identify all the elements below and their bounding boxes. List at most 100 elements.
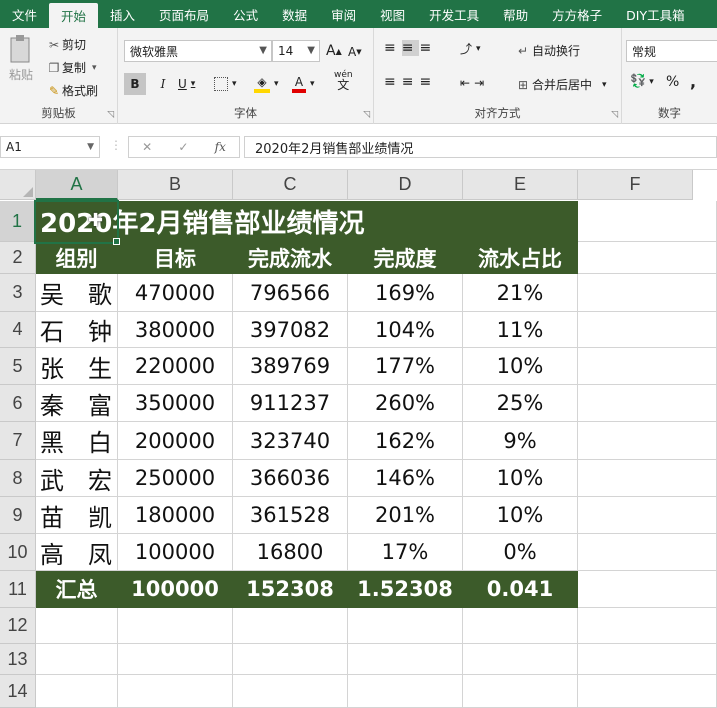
table-cell[interactable]: 220000 xyxy=(118,348,233,385)
table-cell[interactable]: 169% xyxy=(348,274,463,312)
table-cell[interactable]: 10% xyxy=(463,348,578,385)
table-header-cell[interactable]: 流水占比 xyxy=(463,242,578,274)
tab-0[interactable]: 文件 xyxy=(0,0,49,28)
empty-cell[interactable] xyxy=(578,422,717,460)
tab-10[interactable]: 方方格子 xyxy=(540,0,614,28)
fill-handle[interactable] xyxy=(113,238,120,245)
indent-buttons[interactable]: ⇤ ⇥ xyxy=(460,76,488,90)
total-cell[interactable]: 汇总 xyxy=(36,571,118,608)
row-header-6[interactable]: 6 xyxy=(0,385,36,422)
group-name-cell[interactable]: 黑 白 xyxy=(36,422,118,460)
group-name-cell[interactable]: 秦 富 xyxy=(36,385,118,422)
group-name-cell[interactable]: 张 生 xyxy=(36,348,118,385)
formula-input[interactable]: 2020年2月销售部业绩情况 xyxy=(244,136,717,158)
table-cell[interactable]: 350000 xyxy=(118,385,233,422)
group-name-cell[interactable]: 石 钟 xyxy=(36,312,118,348)
table-cell[interactable]: 10% xyxy=(463,460,578,497)
table-cell[interactable]: 180000 xyxy=(118,497,233,534)
table-cell[interactable]: 201% xyxy=(348,497,463,534)
chevron-down-icon[interactable]: ▾ xyxy=(92,63,97,73)
empty-cell[interactable] xyxy=(578,348,717,385)
wrap-text-button[interactable]: ↵ 自动换行 xyxy=(514,42,580,59)
tab-1[interactable]: 开始 xyxy=(49,3,99,28)
accounting-format-button[interactable]: 💱 ▾ xyxy=(630,74,654,89)
table-cell[interactable]: 10% xyxy=(463,497,578,534)
table-cell[interactable]: 100000 xyxy=(118,534,233,571)
table-cell[interactable]: 104% xyxy=(348,312,463,348)
orientation-button[interactable]: ⤴ ▾ xyxy=(460,40,481,57)
row-header-9[interactable]: 9 xyxy=(0,497,36,534)
table-cell[interactable]: 16800 xyxy=(233,534,348,571)
vertical-align-buttons[interactable]: ≡ ≡ ≡ xyxy=(384,40,437,56)
tab-8[interactable]: 开发工具 xyxy=(417,0,491,28)
column-header-D[interactable]: D xyxy=(348,170,463,200)
table-cell[interactable]: 470000 xyxy=(118,274,233,312)
column-header-C[interactable]: C xyxy=(233,170,348,200)
column-header-B[interactable]: B xyxy=(118,170,233,200)
empty-cell[interactable] xyxy=(118,675,233,708)
group-name-cell[interactable]: 武 宏 xyxy=(36,460,118,497)
empty-cell[interactable] xyxy=(578,497,717,534)
table-cell[interactable]: 250000 xyxy=(118,460,233,497)
table-cell[interactable]: 162% xyxy=(348,422,463,460)
empty-cell[interactable] xyxy=(348,644,463,675)
group-name-cell[interactable]: 高 凤 xyxy=(36,534,118,571)
table-cell[interactable]: 380000 xyxy=(118,312,233,348)
empty-cell[interactable] xyxy=(233,675,348,708)
total-cell[interactable]: 1.52308 xyxy=(348,571,463,608)
fill-color-button[interactable]: ◈ ▾ xyxy=(254,73,279,95)
insert-function-icon[interactable]: fx xyxy=(215,140,226,154)
copy-button[interactable]: ❐ 复制 ▾ xyxy=(46,59,97,76)
column-header-E[interactable]: E xyxy=(463,170,578,200)
table-cell[interactable]: 146% xyxy=(348,460,463,497)
table-cell[interactable]: 25% xyxy=(463,385,578,422)
cut-button[interactable]: ✂ 剪切 xyxy=(46,36,86,53)
empty-cell[interactable] xyxy=(578,312,717,348)
percent-button[interactable]: % xyxy=(666,74,679,90)
name-box[interactable]: A1 ▼ xyxy=(0,136,100,158)
empty-cell[interactable] xyxy=(463,675,578,708)
empty-cell[interactable] xyxy=(578,534,717,571)
horizontal-align-buttons[interactable]: ≡ ≡ ≡ xyxy=(384,74,437,90)
empty-cell[interactable] xyxy=(578,460,717,497)
table-cell[interactable]: 796566 xyxy=(233,274,348,312)
empty-cell[interactable] xyxy=(578,242,717,274)
bold-button[interactable]: B xyxy=(124,73,146,95)
grow-font-button[interactable]: A ▲ xyxy=(326,43,342,59)
row-header-1[interactable]: 1 xyxy=(0,201,36,242)
table-cell[interactable]: 0% xyxy=(463,534,578,571)
row-header-13[interactable]: 13 xyxy=(0,644,36,675)
empty-cell[interactable] xyxy=(36,644,118,675)
row-header-8[interactable]: 8 xyxy=(0,460,36,497)
tab-5[interactable]: 数据 xyxy=(270,0,319,28)
table-header-cell[interactable]: 完成度 xyxy=(348,242,463,274)
format-painter-button[interactable]: ✎ 格式刷 xyxy=(46,82,98,99)
enter-icon[interactable]: ✓ xyxy=(178,140,188,154)
table-header-cell[interactable]: 目标 xyxy=(118,242,233,274)
cancel-icon[interactable]: ✕ xyxy=(142,140,152,154)
dialog-launcher-icon[interactable]: ◹ xyxy=(107,110,114,120)
tab-7[interactable]: 视图 xyxy=(368,0,417,28)
row-header-3[interactable]: 3 xyxy=(0,274,36,312)
column-header-F[interactable]: F xyxy=(578,170,693,200)
column-header-A[interactable]: A xyxy=(36,170,118,200)
phonetic-button[interactable]: wén 文 xyxy=(334,70,353,91)
group-name-cell[interactable]: 苗 凯 xyxy=(36,497,118,534)
empty-cell[interactable] xyxy=(578,201,717,242)
row-header-14[interactable]: 14 xyxy=(0,675,36,708)
underline-button[interactable]: U ▾ xyxy=(178,73,195,95)
font-size-select[interactable]: 14 ▼ xyxy=(272,40,320,62)
table-cell[interactable]: 366036 xyxy=(233,460,348,497)
group-name-cell[interactable]: 吴 歌 xyxy=(36,274,118,312)
select-all-corner[interactable] xyxy=(0,170,36,200)
row-header-11[interactable]: 11 xyxy=(0,571,36,608)
tab-3[interactable]: 页面布局 xyxy=(147,0,221,28)
table-cell[interactable]: 911237 xyxy=(233,385,348,422)
table-cell[interactable]: 17% xyxy=(348,534,463,571)
table-cell[interactable]: 323740 xyxy=(233,422,348,460)
tab-4[interactable]: 公式 xyxy=(221,0,270,28)
table-header-cell[interactable]: 完成流水 xyxy=(233,242,348,274)
empty-cell[interactable] xyxy=(463,608,578,644)
empty-cell[interactable] xyxy=(348,675,463,708)
tab-2[interactable]: 插入 xyxy=(98,0,147,28)
